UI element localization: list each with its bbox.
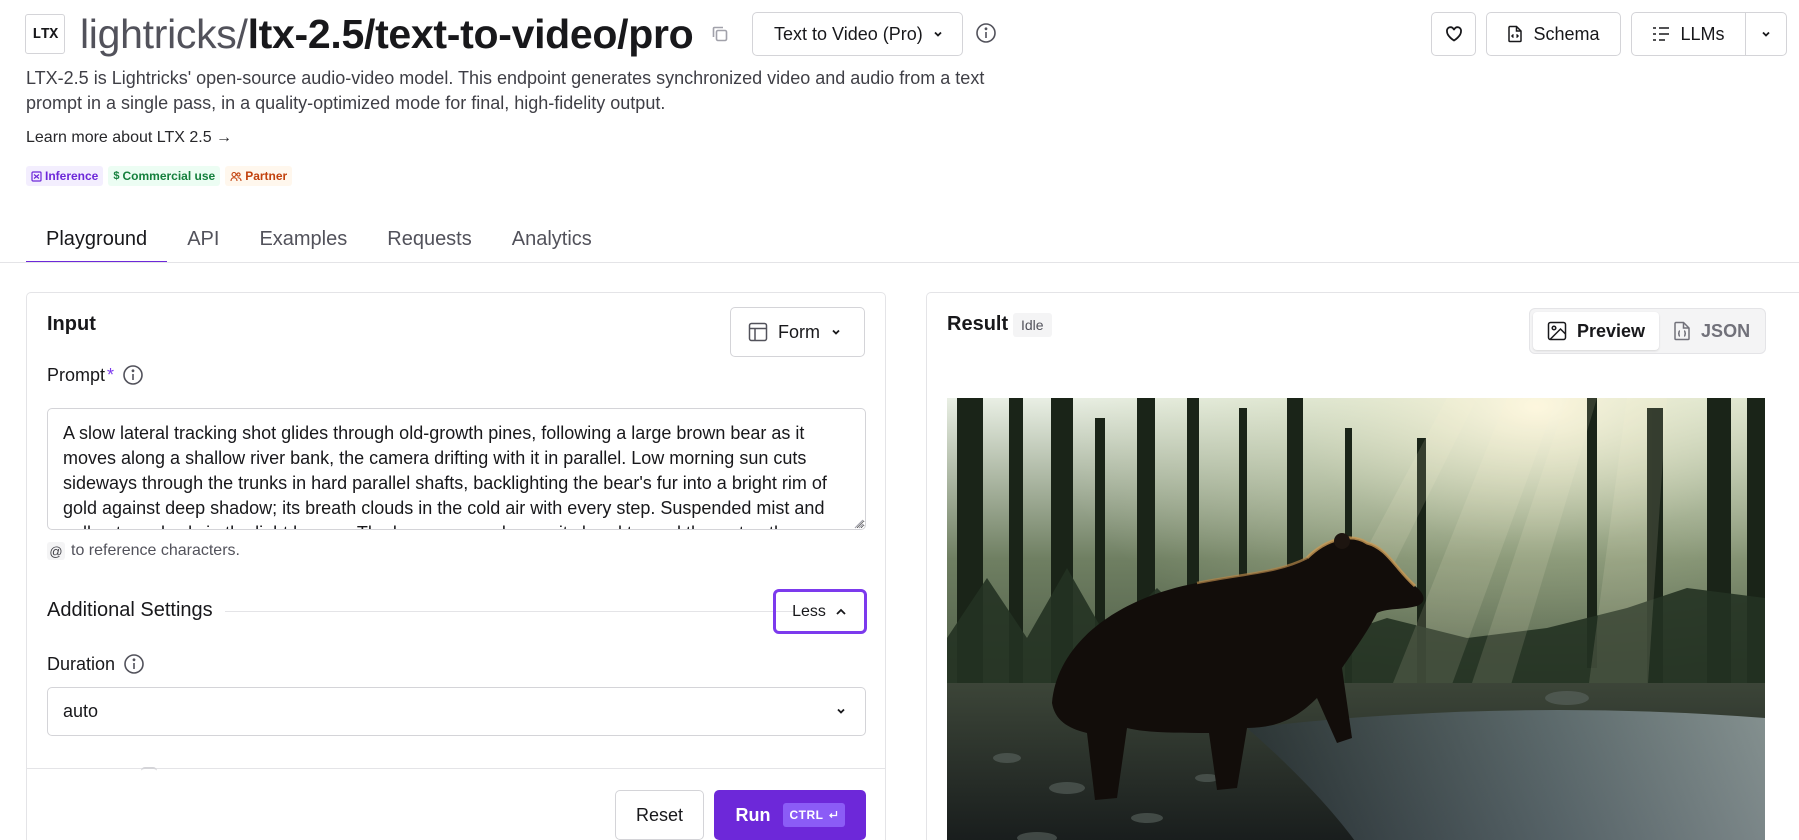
partner-badge-label: Partner <box>245 169 288 183</box>
llms-button-group: LLMs <box>1631 12 1787 56</box>
chevron-down-icon <box>830 326 842 338</box>
input-panel-title: Input <box>47 313 96 335</box>
result-panel-title: Result <box>947 313 1009 335</box>
result-panel: Result Idle Preview JSON <box>926 292 1799 840</box>
less-button-label: Less <box>792 602 826 620</box>
schema-label: Schema <box>1533 23 1600 44</box>
shortcut-key-label: CTRL <box>789 808 824 822</box>
llms-icon <box>1652 27 1670 41</box>
tabs-divider <box>0 262 1799 263</box>
chevron-down-icon <box>1760 28 1772 40</box>
partner-icon <box>230 171 242 182</box>
prompt-label: Prompt <box>47 364 106 385</box>
input-mode-select[interactable]: Form <box>730 307 865 357</box>
duration-label: Duration <box>47 653 116 674</box>
inference-icon <box>31 170 42 182</box>
keyboard-shortcut: CTRL <box>782 803 845 827</box>
badge-list: Inference $ Commercial use Partner <box>26 166 293 186</box>
favorite-button[interactable] <box>1431 12 1476 56</box>
enter-key-icon <box>828 810 838 820</box>
title-model: ltx-2.5/text-to-video/pro <box>247 11 694 57</box>
duration-value: auto <box>63 701 99 721</box>
llms-label: LLMs <box>1680 23 1725 44</box>
chevron-down-icon <box>932 28 944 40</box>
reference-hint-text: to reference characters. <box>71 542 240 559</box>
prompt-label-row: Prompt * <box>47 364 144 386</box>
tab-bar: Playground API Examples Requests Analyti… <box>26 218 612 263</box>
chevron-down-icon <box>835 705 847 717</box>
additional-settings-title: Additional Settings <box>47 599 213 621</box>
info-icon[interactable] <box>123 653 145 675</box>
dollar-icon: $ <box>113 170 120 182</box>
learn-more-link[interactable]: Learn more about LTX 2.5 → <box>26 129 232 147</box>
json-toggle-button[interactable]: JSON <box>1659 312 1764 350</box>
prompt-textarea[interactable]: A slow lateral tracking shot glides thro… <box>47 408 866 530</box>
partner-badge: Partner <box>225 166 293 186</box>
reference-hint: @ to reference characters. <box>47 542 240 560</box>
less-button[interactable]: Less <box>773 589 867 634</box>
info-icon[interactable] <box>122 364 144 386</box>
tab-analytics[interactable]: Analytics <box>492 218 612 263</box>
input-panel: Input Form Prompt * A slow lateral tracki… <box>26 292 886 840</box>
commercial-use-badge: $ Commercial use <box>108 166 221 186</box>
additional-settings-divider <box>225 611 795 612</box>
variant-select-value: Text to Video (Pro) <box>774 23 923 44</box>
tab-examples[interactable]: Examples <box>239 218 367 263</box>
status-badge: Idle <box>1013 313 1052 337</box>
preview-toggle-label: Preview <box>1577 320 1646 341</box>
tab-api[interactable]: API <box>167 218 239 263</box>
llms-dropdown-button[interactable] <box>1746 13 1786 55</box>
preview-toggle-button[interactable]: Preview <box>1533 312 1660 350</box>
file-json-icon <box>1673 321 1691 341</box>
input-mode-value: Form <box>778 321 820 342</box>
llms-button[interactable]: LLMs <box>1632 13 1746 55</box>
result-view-toggle: Preview JSON <box>1529 308 1766 354</box>
resize-handle-icon[interactable] <box>852 517 864 529</box>
duration-label-row: Duration <box>47 653 145 675</box>
tab-playground[interactable]: Playground <box>26 218 168 263</box>
variant-select[interactable]: Text to Video (Pro) <box>752 12 963 56</box>
ltx-logo: LTX <box>25 14 65 54</box>
inference-badge: Inference <box>26 166 104 186</box>
required-mark: * <box>107 364 115 385</box>
layout-icon <box>748 322 768 342</box>
result-preview-image <box>947 398 1765 840</box>
reset-button[interactable]: Reset <box>615 790 704 840</box>
copy-icon[interactable] <box>710 24 730 44</box>
image-icon <box>1547 321 1567 341</box>
inference-badge-label: Inference <box>45 169 99 183</box>
chevron-up-icon <box>834 605 848 619</box>
duration-select[interactable]: auto <box>47 687 866 736</box>
model-description: LTX-2.5 is Lightricks' open-source audio… <box>26 68 985 113</box>
run-button-label: Run <box>735 804 771 825</box>
file-code-icon <box>1507 25 1523 43</box>
info-icon[interactable] <box>975 22 997 44</box>
commercial-use-badge-label: Commercial use <box>122 169 216 183</box>
heart-icon <box>1444 24 1464 44</box>
schema-button[interactable]: Schema <box>1486 12 1621 56</box>
tab-requests[interactable]: Requests <box>367 218 492 263</box>
title-owner: lightricks/ <box>80 11 248 57</box>
partial-info-icon <box>141 767 157 771</box>
run-button[interactable]: Run CTRL <box>714 790 866 840</box>
page-title: lightricks/ltx-2.5/text-to-video/pro <box>80 10 694 58</box>
json-toggle-label: JSON <box>1701 320 1751 341</box>
at-symbol-chip: @ <box>47 542 65 560</box>
